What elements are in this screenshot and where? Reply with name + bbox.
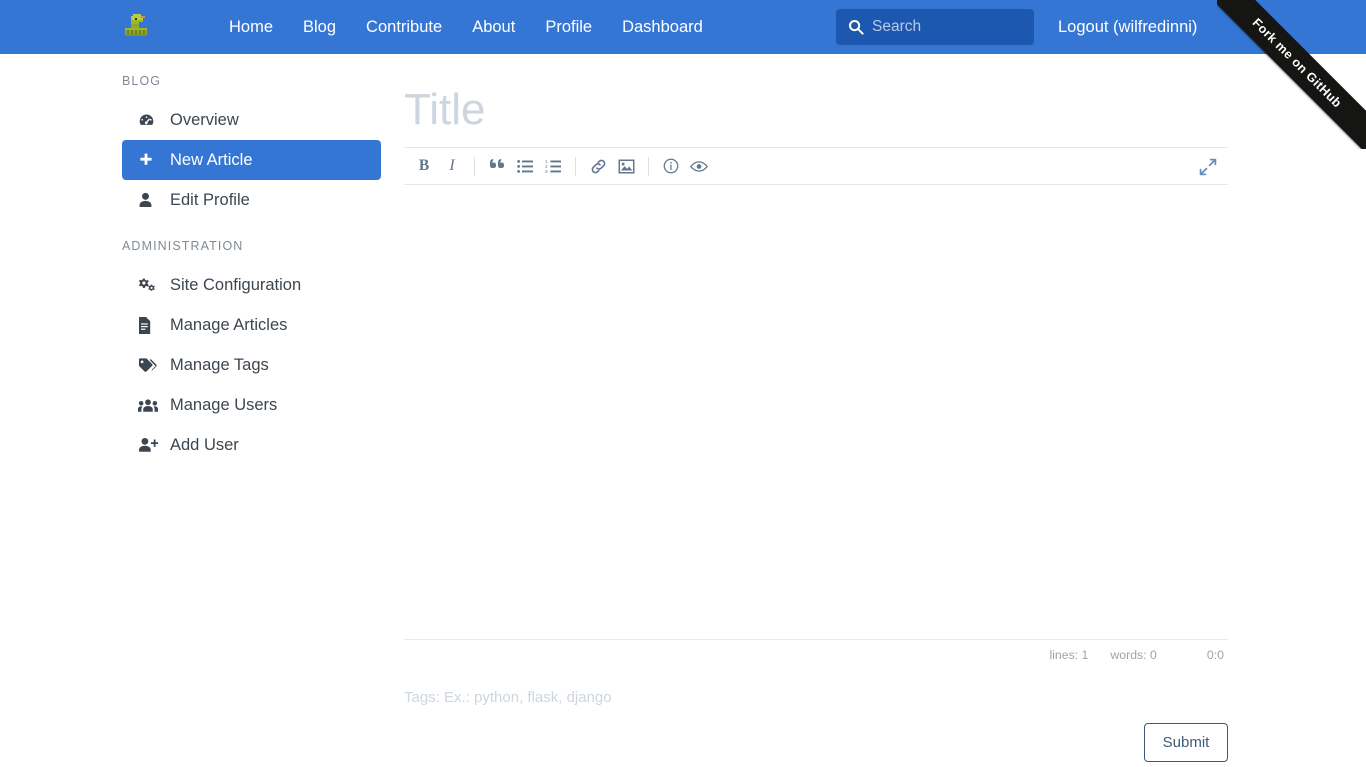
sidebar-item-manage-tags[interactable]: Manage Tags — [122, 345, 381, 385]
status-lines: lines: 1 — [1049, 648, 1089, 662]
sidebar-item-label: Manage Articles — [170, 315, 288, 334]
nav-link-blog[interactable]: Blog — [288, 0, 351, 54]
top-navbar: Home Blog Contribute About Profile Dashb… — [0, 0, 1366, 54]
info-circle-icon — [663, 158, 679, 174]
toolbar-separator-2 — [575, 156, 576, 176]
eye-icon — [690, 160, 708, 173]
nav-link-contribute[interactable]: Contribute — [351, 0, 457, 54]
sidebar-item-label: Overview — [170, 110, 239, 129]
sidebar-item-label: New Article — [170, 150, 253, 169]
link-chain-icon — [590, 158, 607, 175]
italic-button[interactable]: I — [438, 151, 466, 181]
sidebar-item-manage-articles[interactable]: Manage Articles — [122, 305, 381, 345]
sidebar: BLOG Overview New Article Edit Profile A… — [0, 54, 400, 465]
unordered-list-button[interactable] — [511, 151, 539, 181]
toolbar-separator-3 — [648, 156, 649, 176]
submit-button[interactable]: Submit — [1144, 723, 1228, 762]
svg-text:3: 3 — [545, 169, 548, 174]
link-button[interactable] — [584, 151, 612, 181]
new-article-form: B I — [404, 54, 1232, 762]
logout-link[interactable]: Logout (wilfredinni) — [1058, 0, 1197, 54]
image-button[interactable] — [612, 151, 640, 181]
bold-button[interactable]: B — [410, 151, 438, 181]
search-icon — [848, 19, 864, 35]
plus-icon — [138, 152, 162, 168]
submit-row: Submit — [404, 723, 1228, 762]
user-icon — [138, 192, 162, 208]
article-tags-input[interactable] — [404, 689, 1104, 706]
numbered-list-icon: 1 2 3 — [545, 159, 561, 174]
sidebar-item-label: Add User — [170, 435, 239, 454]
search-input[interactable] — [872, 18, 1022, 36]
sidebar-item-add-user[interactable]: Add User — [122, 425, 381, 465]
nav-link-profile[interactable]: Profile — [530, 0, 607, 54]
sidebar-item-edit-profile[interactable]: Edit Profile — [122, 180, 381, 220]
sidebar-heading-blog: BLOG — [122, 74, 162, 88]
preview-eye-button[interactable] — [685, 151, 713, 181]
quote-button[interactable] — [483, 151, 511, 181]
ordered-list-button[interactable]: 1 2 3 — [539, 151, 567, 181]
sidebar-heading-administration: ADMINISTRATION — [122, 239, 244, 253]
status-cursor: 0:0 — [1206, 648, 1224, 662]
bullet-list-icon — [517, 159, 533, 174]
status-words: words: 0 — [1110, 648, 1157, 662]
nav-link-home[interactable]: Home — [214, 0, 288, 54]
nav-link-about[interactable]: About — [457, 0, 530, 54]
sidebar-item-label: Manage Users — [170, 395, 278, 414]
sidebar-item-label: Manage Tags — [170, 355, 269, 374]
primary-nav: Home Blog Contribute About Profile Dashb… — [214, 0, 718, 54]
expand-arrows-icon[interactable] — [1194, 152, 1222, 182]
sidebar-item-site-configuration[interactable]: Site Configuration — [122, 265, 381, 305]
ribbon-band: Fork me on GitHub — [1217, 0, 1366, 149]
toolbar-separator-1 — [474, 156, 475, 176]
tags-icon — [138, 357, 162, 373]
editor-toolbar: B I 1 2 3 — [404, 147, 1228, 185]
user-plus-icon — [138, 437, 162, 453]
markdown-editor: B I 1 2 3 lines: 1 words: 0 0:0 — [404, 147, 1228, 670]
info-button[interactable] — [657, 151, 685, 181]
editor-statusbar: lines: 1 words: 0 0:0 — [404, 639, 1228, 670]
fork-me-on-github-ribbon[interactable]: Fork me on GitHub — [1217, 0, 1366, 149]
ribbon-label: Fork me on GitHub — [1249, 15, 1345, 111]
image-icon — [618, 158, 635, 174]
article-body-textarea[interactable] — [404, 185, 1228, 634]
cogs-icon — [138, 277, 162, 294]
brand-logo-link[interactable] — [119, 8, 157, 46]
sidebar-item-label: Edit Profile — [170, 190, 250, 209]
dashboard-gauge-icon — [138, 112, 162, 129]
sidebar-item-overview[interactable]: Overview — [122, 100, 381, 140]
users-icon — [138, 398, 162, 413]
article-title-input[interactable] — [404, 73, 1224, 147]
sidebar-item-new-article[interactable]: New Article — [122, 140, 381, 180]
search-box[interactable] — [836, 9, 1034, 45]
python-snake-logo-icon — [121, 10, 155, 44]
nav-link-dashboard[interactable]: Dashboard — [607, 0, 718, 54]
file-icon — [138, 316, 162, 334]
quote-icon — [489, 159, 505, 173]
sidebar-item-manage-users[interactable]: Manage Users — [122, 385, 381, 425]
sidebar-item-label: Site Configuration — [170, 275, 302, 294]
